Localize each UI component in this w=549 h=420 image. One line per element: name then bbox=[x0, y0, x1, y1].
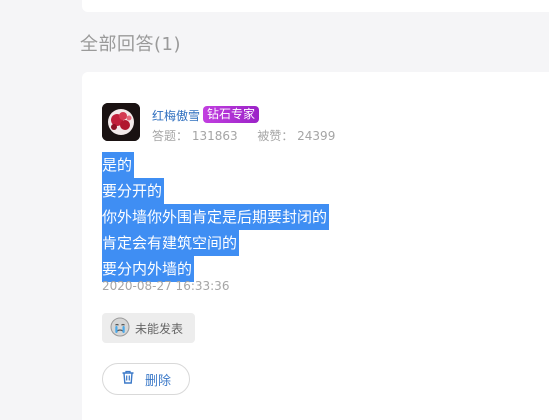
answer-content: 是的 要分开的 你外墙你外围肯定是后期要封闭的 肯定会有建筑空间的 要分内外墙的 bbox=[102, 152, 422, 282]
reaction-button[interactable]: 未能发表 bbox=[102, 313, 195, 343]
answer-timestamp: 2020-08-27 16:33:36 bbox=[102, 279, 230, 293]
expert-badge: 钻石专家 bbox=[203, 106, 260, 123]
answers-count: 131863 bbox=[191, 129, 238, 143]
answers-section-title: 全部回答(1) bbox=[80, 34, 181, 55]
reaction-label: 未能发表 bbox=[135, 321, 184, 336]
user-avatar[interactable] bbox=[102, 103, 140, 141]
avatar-image bbox=[102, 103, 140, 141]
crying-face-icon bbox=[110, 317, 130, 340]
answer-line: 是的 bbox=[102, 152, 135, 178]
answer-line: 你外墙你外围肯定是后期要封闭的 bbox=[102, 204, 330, 230]
delete-button[interactable]: 删除 bbox=[102, 363, 190, 395]
previous-card-edge bbox=[82, 0, 549, 12]
likes-label: 被赞： bbox=[257, 129, 294, 143]
answer-line: 要分开的 bbox=[102, 178, 165, 204]
answer-card: 红梅傲雪 钻石专家 答题： 131863 被赞： 24399 是的 要分开的 你… bbox=[82, 72, 549, 420]
answer-line: 肯定会有建筑空间的 bbox=[102, 230, 240, 256]
delete-label: 删除 bbox=[145, 373, 172, 389]
likes-count: 24399 bbox=[297, 129, 336, 143]
answers-label: 答题： bbox=[152, 129, 189, 143]
trash-icon bbox=[120, 369, 136, 389]
user-stats: 答题： 131863 被赞： 24399 bbox=[152, 127, 335, 144]
user-name[interactable]: 红梅傲雪 bbox=[152, 107, 200, 124]
